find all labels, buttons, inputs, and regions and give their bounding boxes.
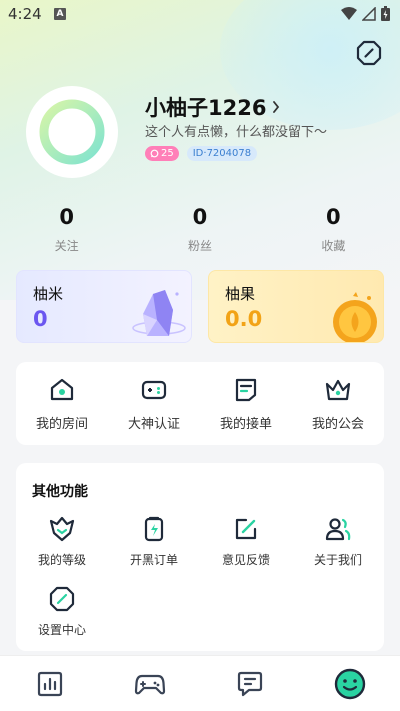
action-my-guild[interactable]: 我的公会 bbox=[292, 362, 384, 445]
crown-icon bbox=[325, 379, 351, 401]
level-badge: 25 bbox=[145, 146, 179, 161]
stat-value: 0 bbox=[59, 205, 74, 229]
edit-icon bbox=[235, 518, 257, 540]
item-my-level[interactable]: 我的等级 bbox=[16, 515, 108, 585]
stat-label: 收藏 bbox=[321, 239, 346, 253]
stats-row: 0 关注 0 粉丝 0 收藏 bbox=[0, 205, 400, 254]
gamepad-icon bbox=[134, 674, 166, 694]
status-icons bbox=[341, 6, 390, 21]
settings-button[interactable] bbox=[356, 40, 382, 66]
level-badge-icon bbox=[49, 516, 75, 542]
stat-following[interactable]: 0 关注 bbox=[0, 205, 133, 254]
item-label: 开黑订单 bbox=[129, 553, 178, 567]
house-icon bbox=[50, 378, 74, 401]
chevron-right-icon bbox=[273, 101, 280, 113]
avatar[interactable] bbox=[26, 86, 118, 178]
gamepad-icon bbox=[141, 380, 167, 400]
stat-value: 0 bbox=[326, 205, 341, 229]
action-label: 我的房间 bbox=[35, 417, 88, 432]
yumi-card[interactable]: 柚米 0 bbox=[16, 270, 192, 343]
settings-icon bbox=[49, 586, 75, 612]
profile-badges: 25 ID·7204078 bbox=[145, 146, 258, 161]
stat-favorites[interactable]: 0 收藏 bbox=[267, 205, 400, 254]
item-label: 意见反馈 bbox=[221, 553, 270, 567]
avatar-ring-image bbox=[39, 99, 105, 165]
bio: 这个人有点懒，什么都没留下～ bbox=[145, 125, 328, 140]
tab-profile[interactable] bbox=[300, 656, 400, 711]
yuguo-value: 0.0 bbox=[225, 307, 263, 331]
quick-actions-panel: 我的房间 大神认证 我的接单 我的公会 bbox=[16, 362, 384, 445]
item-label: 设置中心 bbox=[37, 623, 86, 637]
chat-bubble-icon bbox=[150, 149, 159, 158]
crystal-icon bbox=[132, 290, 186, 336]
status-time: 4:24 bbox=[8, 5, 42, 23]
nickname-row[interactable]: 小柚子1226 bbox=[145, 92, 280, 122]
item-play-orders[interactable]: 开黑订单 bbox=[108, 515, 200, 585]
action-my-room[interactable]: 我的房间 bbox=[16, 362, 108, 445]
section-title: 其他功能 bbox=[32, 484, 88, 500]
item-label: 我的等级 bbox=[37, 553, 86, 567]
tab-messages[interactable] bbox=[200, 656, 300, 711]
battery-icon bbox=[381, 6, 390, 21]
settings-icon bbox=[356, 40, 382, 66]
signal-icon bbox=[362, 6, 376, 21]
people-icon bbox=[325, 518, 351, 541]
stat-label: 关注 bbox=[54, 239, 79, 253]
stat-fans[interactable]: 0 粉丝 bbox=[133, 205, 266, 254]
item-label: 关于我们 bbox=[313, 553, 362, 567]
bottom-tab-bar bbox=[0, 655, 400, 711]
yumi-title: 柚米 bbox=[33, 285, 64, 303]
yumi-value: 0 bbox=[33, 307, 48, 331]
item-about-us[interactable]: 关于我们 bbox=[292, 515, 384, 585]
other-functions-panel: 其他功能 我的等级 开黑订单 意见反馈 关于我们 设置中心 bbox=[16, 463, 384, 651]
smiley-icon bbox=[334, 668, 366, 699]
clipboard-bolt-icon bbox=[144, 516, 164, 542]
action-label: 我的公会 bbox=[311, 417, 364, 432]
yuguo-title: 柚果 bbox=[225, 285, 256, 303]
nickname: 小柚子1226 bbox=[145, 96, 267, 120]
item-feedback[interactable]: 意见反馈 bbox=[200, 515, 292, 585]
user-id-badge: ID·7204078 bbox=[186, 146, 258, 161]
order-note-icon bbox=[235, 378, 257, 402]
action-label: 大神认证 bbox=[127, 417, 180, 432]
yuguo-card[interactable]: 柚果 0.0 bbox=[208, 270, 384, 343]
chart-bars-icon bbox=[37, 671, 63, 696]
level-badge-count: 25 bbox=[161, 148, 174, 159]
tab-home[interactable] bbox=[0, 656, 100, 711]
stat-label: 粉丝 bbox=[187, 239, 212, 253]
coin-icon bbox=[333, 292, 377, 342]
status-bar: 4:24 A bbox=[0, 0, 400, 28]
action-label: 我的接单 bbox=[219, 417, 272, 432]
action-certification[interactable]: 大神认证 bbox=[108, 362, 200, 445]
stat-value: 0 bbox=[192, 205, 208, 229]
item-settings-center[interactable]: 设置中心 bbox=[16, 585, 108, 655]
notification-indicator: A bbox=[54, 8, 66, 20]
functions-grid: 我的等级 开黑订单 意见反馈 关于我们 设置中心 bbox=[16, 515, 384, 655]
action-my-orders[interactable]: 我的接单 bbox=[200, 362, 292, 445]
tab-games[interactable] bbox=[100, 656, 200, 711]
wifi-icon bbox=[341, 6, 357, 20]
message-icon bbox=[237, 671, 263, 696]
